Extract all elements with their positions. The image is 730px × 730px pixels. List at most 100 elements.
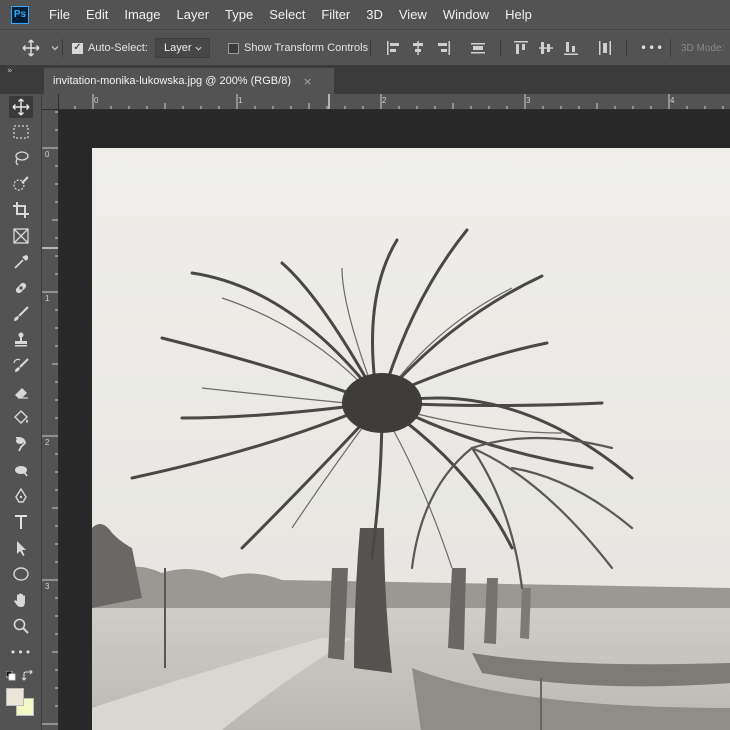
- menu-window[interactable]: Window: [435, 7, 497, 22]
- pen-tool[interactable]: [9, 485, 33, 507]
- show-transform-checkbox[interactable]: [228, 42, 239, 54]
- options-separator: [670, 39, 671, 57]
- vertical-ruler[interactable]: 0 1 2 3: [42, 110, 59, 730]
- frame-tool[interactable]: [9, 225, 33, 247]
- distribute-vertical-icon[interactable]: [597, 40, 613, 56]
- paint-bucket-tool[interactable]: [9, 407, 33, 429]
- lasso-icon: [15, 151, 29, 166]
- hand-tool[interactable]: [9, 589, 33, 611]
- blur-tool[interactable]: [9, 433, 33, 455]
- ruler-number: 1: [45, 294, 50, 303]
- mode-3d-label: 3D Mode:: [681, 42, 725, 54]
- align-right-edges-icon[interactable]: [435, 40, 451, 56]
- menu-help[interactable]: Help: [497, 7, 540, 22]
- align-bottom-edges-icon[interactable]: [563, 40, 579, 56]
- move-tool-preset[interactable]: [22, 30, 60, 66]
- document-image[interactable]: [92, 148, 730, 730]
- menu-layer[interactable]: Layer: [169, 7, 218, 22]
- smudge-icon: [15, 436, 26, 452]
- type-icon: [15, 515, 27, 529]
- tools-panel: •••: [0, 94, 42, 730]
- eraser-tool[interactable]: [9, 381, 33, 403]
- menu-edit[interactable]: Edit: [78, 7, 116, 22]
- document-tab-title: invitation-monika-lukowska.jpg @ 200% (R…: [53, 75, 291, 87]
- show-transform-checkbox-group[interactable]: Show Transform Controls: [228, 30, 368, 66]
- eyedropper-tool[interactable]: [9, 251, 33, 273]
- healing-tool[interactable]: [9, 277, 33, 299]
- frame-icon: [13, 228, 29, 244]
- more-tools-button[interactable]: •••: [9, 641, 33, 663]
- menu-type[interactable]: Type: [217, 7, 261, 22]
- dodge-tool[interactable]: [9, 459, 33, 481]
- eyedropper-icon: [14, 255, 29, 269]
- quick-select-tool[interactable]: [9, 173, 33, 195]
- swap-colors-icon[interactable]: [22, 670, 34, 682]
- ruler-number: 0: [94, 96, 99, 105]
- ruler-origin[interactable]: [42, 94, 59, 110]
- auto-select-label: Auto-Select:: [88, 42, 148, 54]
- close-icon[interactable]: ×: [303, 75, 312, 88]
- ellipse-icon: [13, 567, 29, 581]
- show-transform-label: Show Transform Controls: [244, 42, 369, 54]
- align-left-edges-icon[interactable]: [386, 40, 402, 56]
- palm-tree-photo: [92, 148, 730, 730]
- marquee-tool[interactable]: [9, 121, 33, 143]
- options-separator: [500, 39, 501, 57]
- brush-icon: [14, 306, 29, 321]
- crop-icon: [13, 202, 29, 218]
- paint-bucket-icon: [14, 410, 28, 424]
- distribute-horizontal-icon[interactable]: [470, 40, 486, 56]
- eraser-icon: [15, 388, 28, 399]
- history-brush-tool[interactable]: [9, 355, 33, 377]
- options-bar: ✓ Auto-Select: Layer Show Transform Cont…: [0, 29, 730, 66]
- more-options-button[interactable]: •••: [640, 30, 664, 66]
- bandage-icon: [15, 282, 27, 294]
- move-icon: [12, 98, 30, 116]
- default-colors-icon[interactable]: [6, 671, 16, 681]
- ruler-number: 3: [526, 96, 531, 105]
- options-separator: [370, 39, 371, 57]
- mode-3d-group: 3D Mode:: [681, 30, 724, 66]
- hand-icon: [14, 593, 25, 607]
- path-select-tool[interactable]: [9, 537, 33, 559]
- more-options-label: •••: [640, 41, 665, 55]
- align-top-edges-icon[interactable]: [513, 40, 529, 56]
- menu-bar: Ps File Edit Image Layer Type Select Fil…: [0, 0, 730, 29]
- menu-file[interactable]: File: [41, 7, 78, 22]
- crop-tool[interactable]: [9, 199, 33, 221]
- horizontal-ruler-ticks: [74, 94, 724, 109]
- menu-select[interactable]: Select: [261, 7, 313, 22]
- move-tool[interactable]: [9, 96, 33, 118]
- menu-view[interactable]: View: [391, 7, 435, 22]
- shape-tool[interactable]: [9, 563, 33, 585]
- document-tab[interactable]: invitation-monika-lukowska.jpg @ 200% (R…: [44, 68, 334, 94]
- zoom-tool[interactable]: [9, 615, 33, 637]
- align-vertical-centers-icon[interactable]: [538, 40, 554, 56]
- auto-select-target-group: Layer: [155, 30, 210, 66]
- photoshop-logo[interactable]: Ps: [11, 5, 29, 24]
- ruler-number: 4: [670, 96, 675, 105]
- move-icon: [22, 39, 40, 57]
- lasso-tool[interactable]: [9, 147, 33, 169]
- zoom-icon: [13, 618, 29, 634]
- brush-tool[interactable]: [9, 303, 33, 325]
- auto-select-target-dropdown[interactable]: Layer: [155, 38, 210, 58]
- ruler-number: 1: [238, 96, 243, 105]
- auto-select-checkbox[interactable]: ✓: [72, 42, 83, 54]
- panel-collapse-icon[interactable]: »: [7, 66, 13, 76]
- more-tools-label: •••: [9, 645, 33, 659]
- align-horizontal-centers-icon[interactable]: [410, 40, 426, 56]
- type-tool[interactable]: [9, 511, 33, 533]
- sponge-icon: [15, 466, 28, 477]
- menu-image[interactable]: Image: [116, 7, 168, 22]
- stamp-tool[interactable]: [9, 329, 33, 351]
- chevron-down-icon: [51, 46, 59, 51]
- vertical-ruler-ticks: [42, 111, 58, 725]
- auto-select-checkbox-group[interactable]: ✓ Auto-Select:: [72, 30, 148, 66]
- horizontal-ruler[interactable]: 0 1 2 3 4: [59, 94, 730, 110]
- menu-filter[interactable]: Filter: [313, 7, 358, 22]
- ruler-number: 0: [45, 150, 50, 159]
- foreground-color-swatch[interactable]: [6, 688, 24, 706]
- document-canvas[interactable]: [59, 110, 730, 730]
- menu-3d[interactable]: 3D: [358, 7, 391, 22]
